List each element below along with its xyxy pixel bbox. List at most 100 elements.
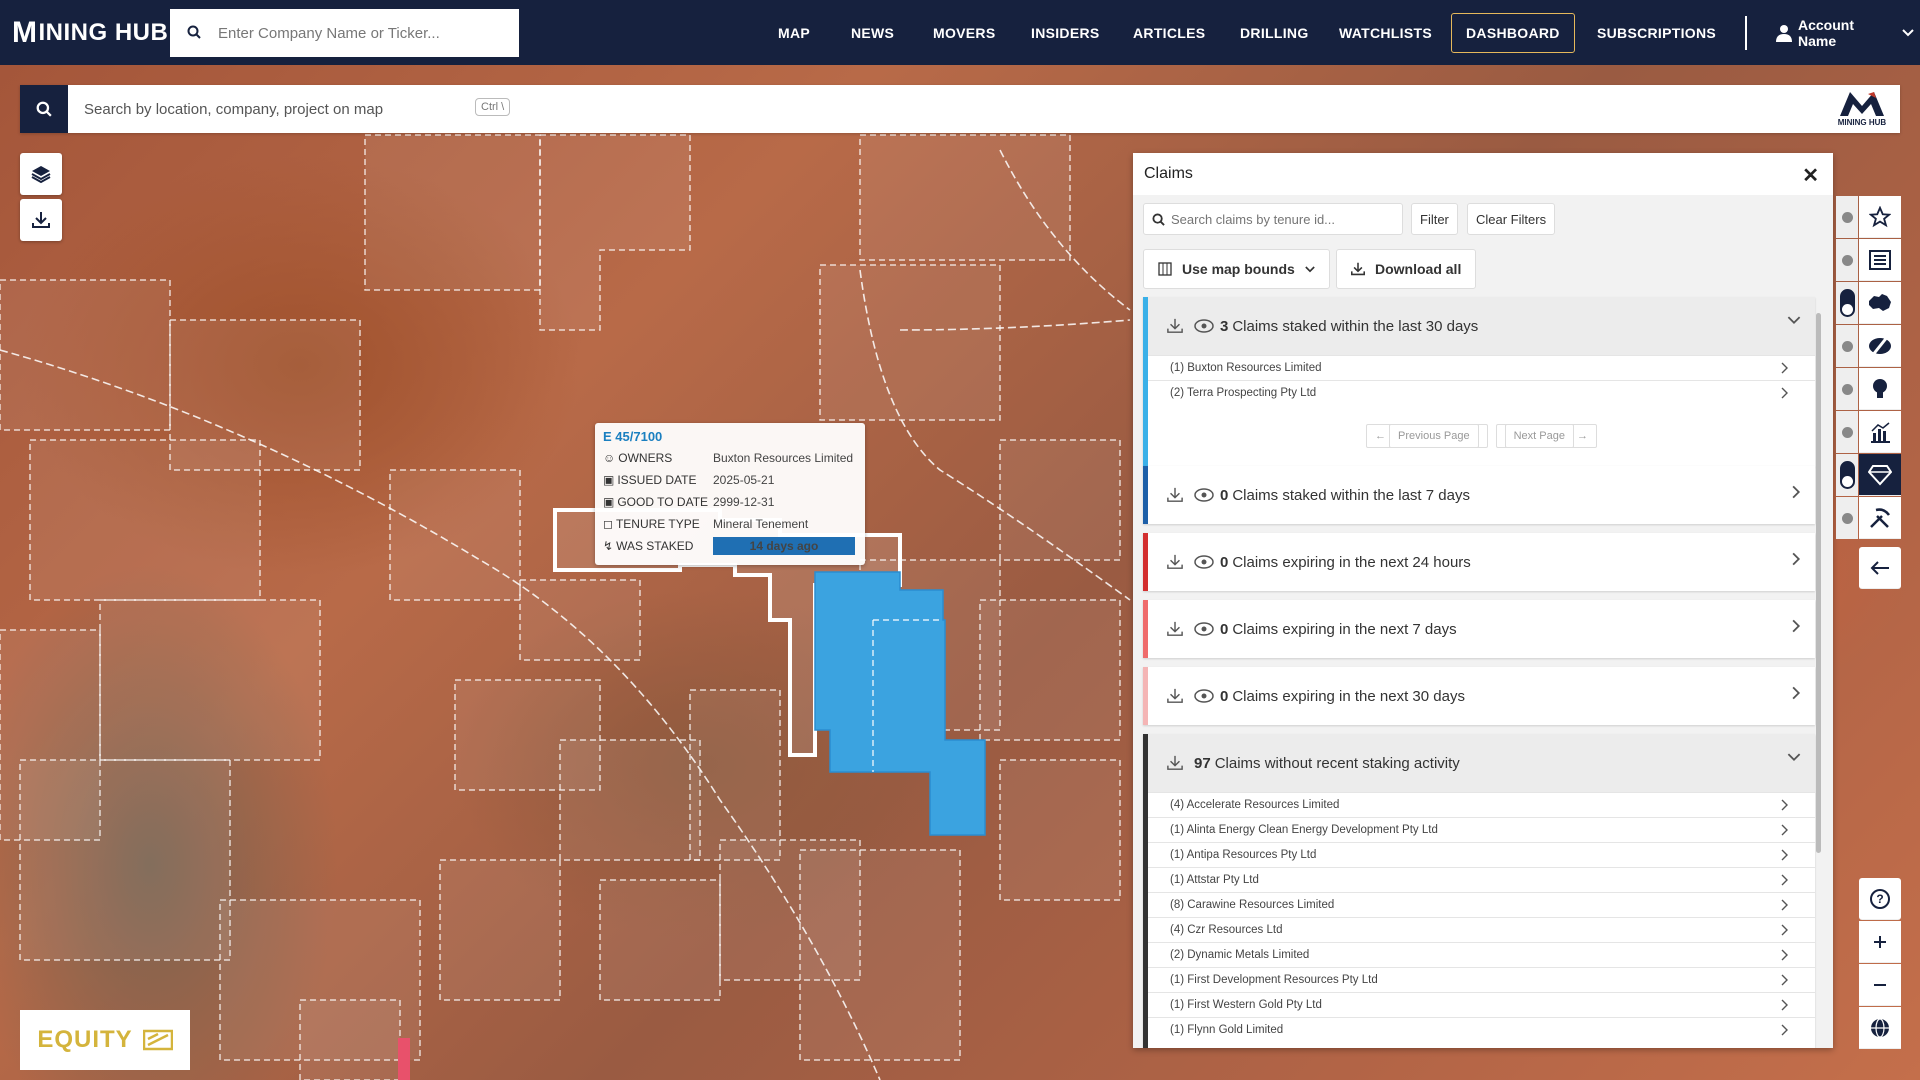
eye-icon[interactable] <box>1194 319 1214 333</box>
nav-movers[interactable]: MOVERS <box>933 0 995 65</box>
download-all-button[interactable]: Download all <box>1336 249 1477 289</box>
toggle-ideas[interactable] <box>1836 368 1858 410</box>
nav-articles[interactable]: ARTICLES <box>1133 0 1205 65</box>
eye-icon[interactable] <box>1194 555 1214 569</box>
shortcut-hint: Ctrl \ <box>475 98 511 116</box>
nav-dashboard[interactable]: DASHBOARD <box>1451 13 1575 53</box>
chevron-right-icon[interactable] <box>1792 686 1801 700</box>
map-search-input[interactable] <box>84 100 464 118</box>
section-header[interactable]: 0 Claims expiring in the next 7 days <box>1148 600 1815 658</box>
list-item[interactable]: (1) Attstar Pty Ltd <box>1148 867 1815 892</box>
zoom-out-button[interactable] <box>1859 964 1901 1006</box>
eye-icon[interactable] <box>1194 622 1214 636</box>
next-page-button[interactable]: Next Page → <box>1495 424 1598 448</box>
nav-insiders[interactable]: INSIDERS <box>1031 0 1100 65</box>
previous-page-button[interactable]: ← Previous Page <box>1365 424 1488 448</box>
map-icon <box>1158 262 1172 276</box>
zoom-in-button[interactable] <box>1859 921 1901 963</box>
download-icon[interactable] <box>1166 688 1184 704</box>
section-header[interactable]: 0 Claims staked within the last 7 days <box>1148 466 1815 524</box>
chevron-down-icon[interactable] <box>1787 753 1801 762</box>
chevron-right-icon <box>1781 949 1788 961</box>
list-item[interactable]: (1) First Western Gold Pty Ltd <box>1148 992 1815 1017</box>
toggle-mining[interactable] <box>1836 497 1858 539</box>
download-icon[interactable] <box>1166 487 1184 503</box>
nav-divider <box>1745 16 1747 50</box>
favourites-button[interactable] <box>1859 196 1901 238</box>
chevron-right-icon <box>1781 1024 1788 1036</box>
download-map-button[interactable] <box>20 199 62 241</box>
panel-scrollbar[interactable] <box>1816 313 1821 853</box>
eye-icon[interactable] <box>1194 488 1214 502</box>
drilling-layer-button[interactable] <box>1859 325 1901 367</box>
equity-badge[interactable]: EQUITY <box>20 1010 190 1070</box>
mining-layer-button[interactable] <box>1859 497 1901 539</box>
layers-button[interactable] <box>20 153 62 195</box>
list-item[interactable]: (8) Carawine Resources Limited <box>1148 892 1815 917</box>
use-map-bounds-dropdown[interactable]: Use map bounds <box>1143 249 1330 289</box>
download-icon[interactable] <box>1166 621 1184 637</box>
charts-layer-button[interactable] <box>1859 411 1901 453</box>
plus-icon <box>1874 935 1886 948</box>
section-header[interactable]: 0 Claims expiring in the next 24 hours <box>1148 533 1815 591</box>
toggle-charts[interactable] <box>1836 411 1858 453</box>
account-name: Account Name <box>1798 16 1854 49</box>
list-item[interactable]: (1) Buxton Resources Limited <box>1148 355 1815 380</box>
arrow-left-icon <box>1870 560 1889 575</box>
news-layer-button[interactable] <box>1859 239 1901 281</box>
popup-row-good-to: ▣ GOOD TO DATE 2999-12-31 <box>603 495 775 509</box>
chevron-right-icon[interactable] <box>1792 619 1801 633</box>
nav-drilling[interactable]: DRILLING <box>1240 0 1309 65</box>
toggle-australia[interactable] <box>1836 282 1858 324</box>
nav-watchlists[interactable]: WATCHLISTS <box>1339 0 1432 65</box>
list-item[interactable]: (1) First Development Resources Pty Ltd <box>1148 967 1815 992</box>
download-icon[interactable] <box>1166 554 1184 570</box>
section-header[interactable]: 97 Claims without recent staking activity <box>1148 734 1815 792</box>
claims-layer-button[interactable] <box>1859 454 1901 496</box>
australia-icon <box>1869 293 1891 311</box>
help-button[interactable]: ? <box>1859 878 1901 920</box>
list-item[interactable]: (1) Alinta Energy Clean Energy Developme… <box>1148 817 1815 842</box>
collapse-toolbar-button[interactable] <box>1859 547 1901 589</box>
popup-row-issued: ▣ ISSUED DATE 2025-05-21 <box>603 473 775 487</box>
help-icon: ? <box>1870 888 1890 909</box>
popup-title[interactable]: E 45/7100 <box>603 429 857 444</box>
map-search-bar: Ctrl \ MINING HUB <box>20 85 1900 133</box>
download-icon[interactable] <box>1166 318 1184 334</box>
region-layer-button[interactable] <box>1859 282 1901 324</box>
company-search-input[interactable] <box>218 24 498 42</box>
claims-search-input[interactable] <box>1171 211 1391 227</box>
list-item[interactable]: (2) Terra Prospecting Pty Ltd <box>1148 380 1815 405</box>
list-item[interactable]: (4) Czr Resources Ltd <box>1148 917 1815 942</box>
staked-badge: 14 days ago <box>713 537 855 555</box>
nav-news[interactable]: NEWS <box>851 0 894 65</box>
eye-icon[interactable] <box>1194 689 1214 703</box>
list-item[interactable]: (4) Accelerate Resources Limited <box>1148 792 1815 817</box>
list-item[interactable]: (2) Dynamic Metals Limited <box>1148 942 1815 967</box>
section-header[interactable]: 3 Claims staked within the last 30 days <box>1148 297 1815 355</box>
list-item[interactable]: (1) Flynn Gold Limited <box>1148 1017 1815 1042</box>
toggle-favourites[interactable] <box>1836 196 1858 238</box>
toggle-claims[interactable] <box>1836 454 1858 496</box>
chevron-down-icon[interactable] <box>1787 316 1801 325</box>
chevron-right-icon <box>1781 849 1788 861</box>
nav-map[interactable]: MAP <box>778 0 810 65</box>
mining-hub-logo[interactable]: M INING HUB <box>12 16 168 50</box>
toggle-news[interactable] <box>1836 239 1858 281</box>
ideas-layer-button[interactable] <box>1859 368 1901 410</box>
clear-filters-button[interactable]: Clear Filters <box>1467 203 1556 235</box>
toggle-drilling[interactable] <box>1836 325 1858 367</box>
search-icon <box>1152 212 1165 226</box>
globe-button[interactable] <box>1859 1007 1901 1049</box>
news-icon <box>1869 249 1891 270</box>
account-menu[interactable]: Account Name <box>1776 0 1920 65</box>
nav-subscriptions[interactable]: SUBSCRIPTIONS <box>1597 0 1716 65</box>
close-icon[interactable]: ✕ <box>1802 163 1819 188</box>
download-icon[interactable] <box>1166 755 1184 771</box>
chevron-right-icon[interactable] <box>1792 485 1801 499</box>
filter-button[interactable]: Filter <box>1411 203 1458 235</box>
chevron-right-icon[interactable] <box>1792 552 1801 566</box>
map-search-button[interactable] <box>20 85 68 133</box>
section-header[interactable]: 0 Claims expiring in the next 30 days <box>1148 667 1815 725</box>
list-item[interactable]: (1) Antipa Resources Pty Ltd <box>1148 842 1815 867</box>
